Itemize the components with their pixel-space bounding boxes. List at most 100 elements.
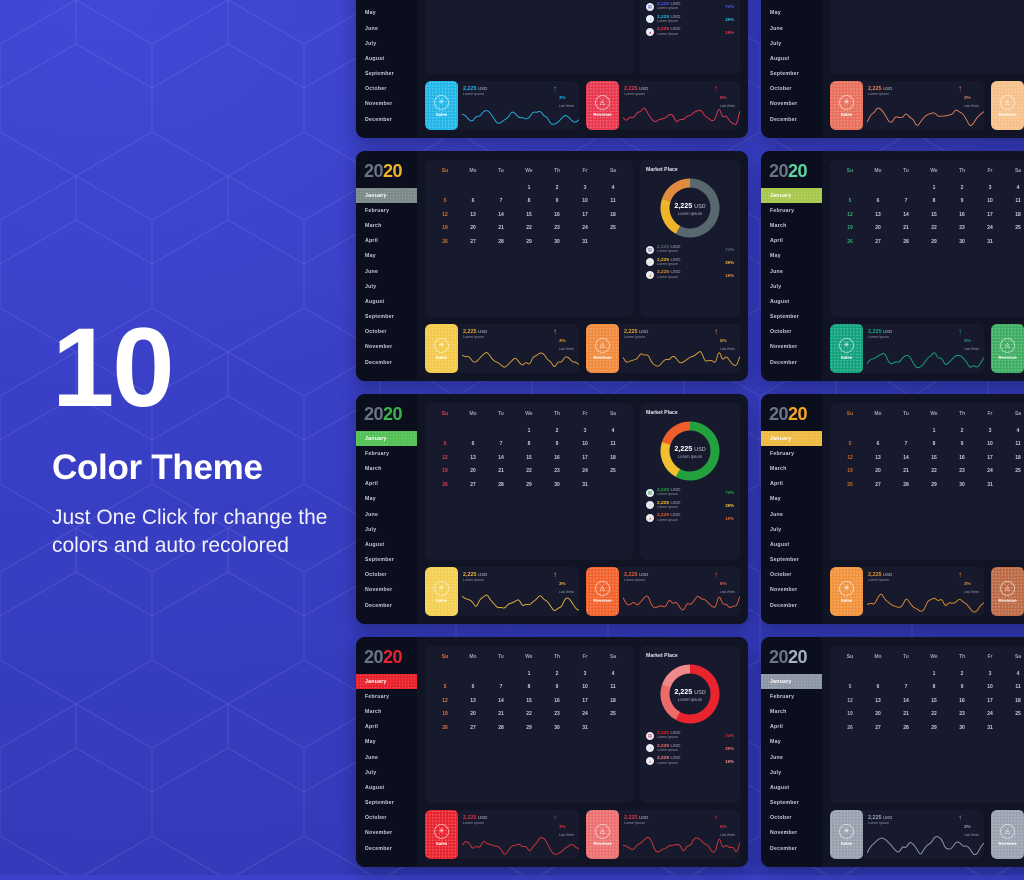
- calendar-day[interactable]: 13: [864, 698, 892, 704]
- sidebar-month-november[interactable]: November: [761, 340, 822, 355]
- calendar-day[interactable]: 5: [836, 441, 864, 447]
- calendar-day[interactable]: 29: [920, 0, 948, 2]
- calendar-day[interactable]: 22: [920, 468, 948, 474]
- theme-card[interactable]: 2020 January February March April May June Jul…: [761, 151, 1024, 381]
- calendar-day[interactable]: 9: [948, 198, 976, 204]
- stat-card-revenue[interactable]: ◬ Revenue 2,225 USD Lorem Ipsum ↑ 5% Las…: [991, 81, 1024, 130]
- calendar-day[interactable]: 23: [543, 225, 571, 231]
- sidebar-month-may[interactable]: May: [761, 492, 822, 507]
- sidebar-month-october[interactable]: October: [761, 811, 822, 826]
- sidebar-month-november[interactable]: November: [356, 583, 417, 598]
- calendar-day[interactable]: 26: [431, 725, 459, 731]
- calendar-day[interactable]: 24: [976, 711, 1004, 717]
- sidebar-month-december[interactable]: December: [356, 598, 417, 613]
- sidebar-month-october[interactable]: October: [761, 325, 822, 340]
- calendar-day[interactable]: 31: [976, 0, 1004, 2]
- calendar-day[interactable]: 5: [431, 198, 459, 204]
- sidebar-month-september[interactable]: September: [761, 796, 822, 811]
- sidebar-month-november[interactable]: November: [761, 826, 822, 841]
- sidebar-month-june[interactable]: June: [356, 507, 417, 522]
- sidebar-month-august[interactable]: August: [356, 51, 417, 66]
- calendar-day[interactable]: 12: [431, 212, 459, 218]
- calendar-day[interactable]: 28: [892, 482, 920, 488]
- calendar-day[interactable]: 24: [571, 225, 599, 231]
- sidebar-month-august[interactable]: August: [761, 537, 822, 552]
- stat-card-revenue[interactable]: ◬ Revenue 2,225 USD Lorem Ipsum ↑ 5% Las…: [586, 810, 740, 859]
- calendar-day[interactable]: 14: [487, 698, 515, 704]
- stat-card-revenue[interactable]: ◬ Revenue 2,225 USD Lorem Ipsum ↑ 5% Las…: [991, 810, 1024, 859]
- market-row[interactable]: ◕ 2,225 USD Lorem Ipsum 19%: [646, 27, 734, 37]
- sidebar-month-july[interactable]: July: [761, 765, 822, 780]
- market-row[interactable]: ◕ 2,225 USD Lorem Ipsum 19%: [646, 513, 734, 523]
- calendar-day[interactable]: 13: [459, 212, 487, 218]
- calendar-day[interactable]: 21: [892, 225, 920, 231]
- calendar-day[interactable]: 26: [431, 482, 459, 488]
- calendar-day[interactable]: 20: [459, 468, 487, 474]
- sidebar-month-february[interactable]: February: [761, 446, 822, 461]
- market-row[interactable]: ◕ 2,225 USD Lorem Ipsum 19%: [646, 756, 734, 766]
- calendar-day[interactable]: 21: [892, 711, 920, 717]
- stat-card-sales[interactable]: ✳ Sales 2,225 USD Lorem Ipsum ↑ 3% Last …: [425, 567, 579, 616]
- calendar-day[interactable]: 8: [920, 441, 948, 447]
- calendar-day[interactable]: 28: [487, 482, 515, 488]
- calendar-day[interactable]: 22: [920, 225, 948, 231]
- calendar-day[interactable]: 24: [571, 468, 599, 474]
- stat-card-revenue[interactable]: ◬ Revenue 2,225 USD Lorem Ipsum ↑ 5% Las…: [586, 81, 740, 130]
- stat-card-revenue[interactable]: ◬ Revenue 2,225 USD Lorem Ipsum ↑ 5% Las…: [991, 567, 1024, 616]
- stat-card-sales[interactable]: ✳ Sales 2,225 USD Lorem Ipsum ↑ 3% Last …: [830, 81, 984, 130]
- market-row[interactable]: ◕ 2,225 USD Lorem Ipsum 19%: [646, 270, 734, 280]
- calendar-day[interactable]: 12: [836, 212, 864, 218]
- sidebar-month-december[interactable]: December: [761, 598, 822, 613]
- sidebar-month-november[interactable]: November: [761, 97, 822, 112]
- calendar-day[interactable]: 7: [892, 198, 920, 204]
- calendar-day[interactable]: 15: [515, 455, 543, 461]
- calendar-day[interactable]: 1: [920, 185, 948, 191]
- calendar-day[interactable]: 31: [571, 0, 599, 2]
- calendar-day[interactable]: 30: [543, 482, 571, 488]
- theme-card[interactable]: 2020 January February March April May June Jul…: [761, 637, 1024, 867]
- theme-card[interactable]: 2020 January February March April May June Jul…: [356, 151, 748, 381]
- calendar-day[interactable]: 21: [487, 225, 515, 231]
- sidebar-month-june[interactable]: June: [356, 750, 417, 765]
- calendar-day[interactable]: 23: [948, 711, 976, 717]
- calendar-day[interactable]: 7: [892, 441, 920, 447]
- calendar-day[interactable]: 30: [948, 482, 976, 488]
- sidebar-month-july[interactable]: July: [761, 279, 822, 294]
- calendar-day[interactable]: 27: [459, 725, 487, 731]
- calendar-day[interactable]: 2: [948, 185, 976, 191]
- stat-card-sales[interactable]: ✳ Sales 2,225 USD Lorem Ipsum ↑ 3% Last …: [425, 810, 579, 859]
- calendar-day[interactable]: 21: [487, 711, 515, 717]
- calendar-day[interactable]: 8: [515, 441, 543, 447]
- calendar-day[interactable]: 17: [976, 455, 1004, 461]
- calendar-day[interactable]: 15: [920, 698, 948, 704]
- calendar-day[interactable]: 5: [431, 684, 459, 690]
- sidebar-month-september[interactable]: September: [761, 67, 822, 82]
- sidebar-month-october[interactable]: October: [356, 82, 417, 97]
- sidebar-month-august[interactable]: August: [761, 294, 822, 309]
- sidebar-month-june[interactable]: June: [761, 507, 822, 522]
- stat-card-revenue[interactable]: ◬ Revenue 2,225 USD Lorem Ipsum ↑ 5% Las…: [991, 324, 1024, 373]
- calendar-day[interactable]: 3: [571, 185, 599, 191]
- calendar-day[interactable]: 3: [976, 428, 1004, 434]
- calendar-day[interactable]: 1: [515, 671, 543, 677]
- calendar-day[interactable]: 26: [836, 725, 864, 731]
- market-row[interactable]: ▤ 2,225 USD Lorem Ipsum 74%: [646, 2, 734, 11]
- sidebar-month-september[interactable]: September: [356, 67, 417, 82]
- calendar-day[interactable]: 14: [892, 698, 920, 704]
- sidebar-month-january[interactable]: January: [356, 188, 417, 204]
- calendar-day[interactable]: 19: [431, 711, 459, 717]
- calendar-day[interactable]: 10: [571, 441, 599, 447]
- calendar-day[interactable]: 8: [920, 684, 948, 690]
- calendar-day[interactable]: 24: [976, 468, 1004, 474]
- calendar-day[interactable]: 8: [515, 684, 543, 690]
- calendar-day[interactable]: 2: [543, 428, 571, 434]
- market-row[interactable]: ▤ 2,225 USD Lorem Ipsum 74%: [646, 245, 734, 254]
- sidebar-month-july[interactable]: July: [356, 522, 417, 537]
- sidebar-month-december[interactable]: December: [761, 112, 822, 127]
- calendar-day[interactable]: 15: [920, 455, 948, 461]
- calendar-day[interactable]: 1: [920, 428, 948, 434]
- sidebar-month-july[interactable]: July: [761, 36, 822, 51]
- sidebar-month-october[interactable]: October: [761, 568, 822, 583]
- sidebar-month-june[interactable]: June: [761, 21, 822, 36]
- calendar-day[interactable]: 2: [948, 671, 976, 677]
